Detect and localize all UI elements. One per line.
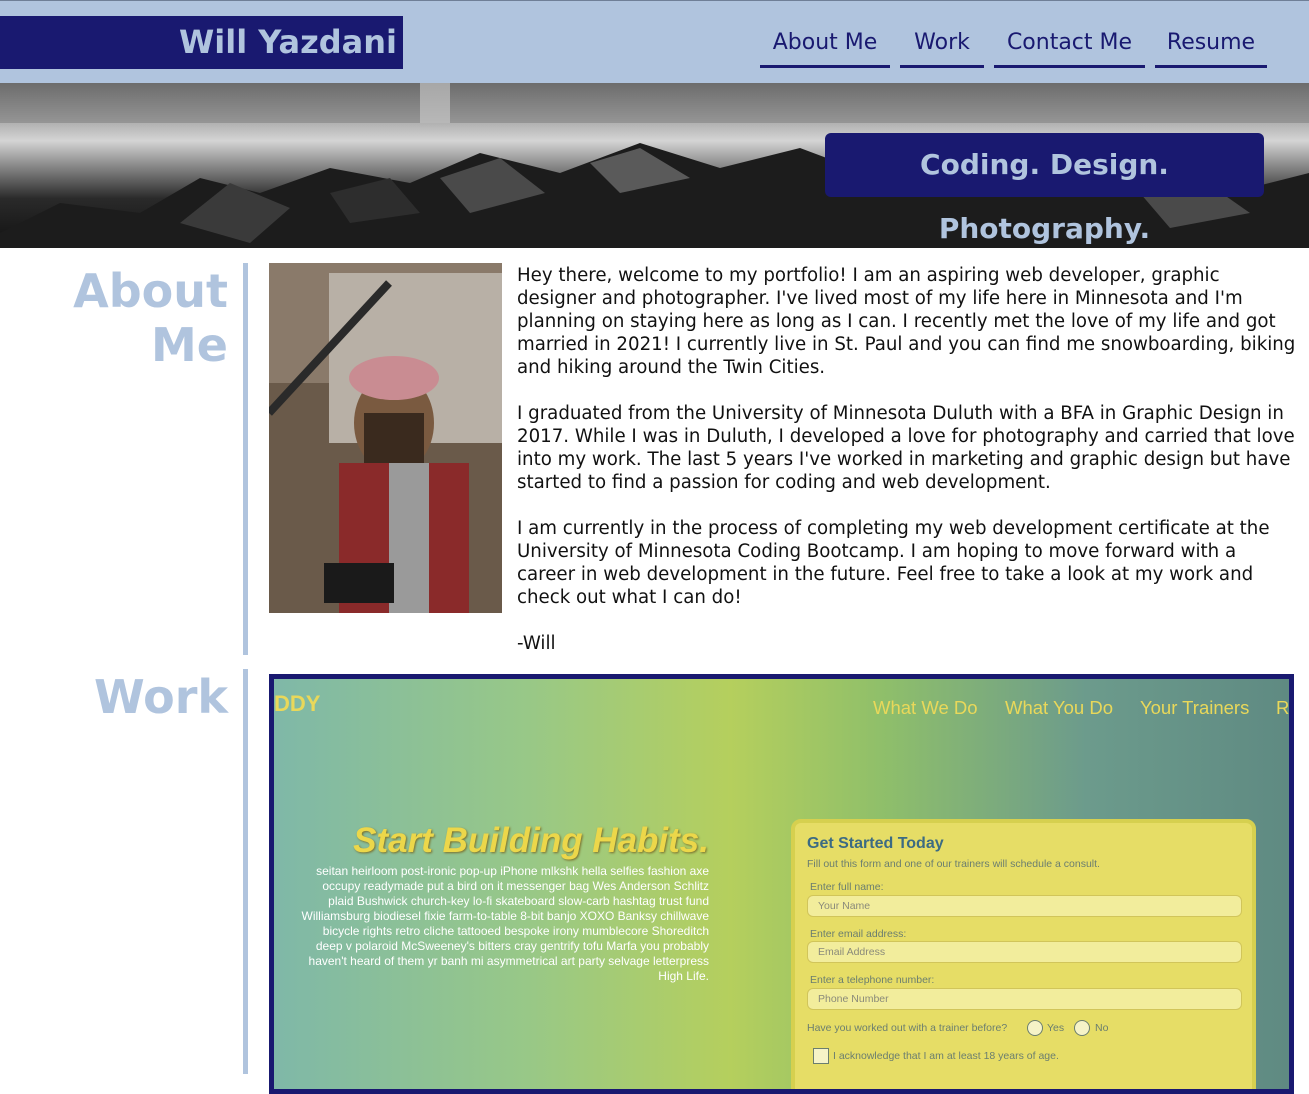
work-divider [243, 669, 248, 1074]
preview-body-text: seitan heirloom post-ironic pop-up iPhon… [301, 864, 710, 983]
site-header: Will Yazdani About Me Work Contact Me Re… [0, 1, 1309, 83]
hero-banner: Coding. Design. Photography. [0, 83, 1309, 248]
preview-radio-yes-label: Yes [1047, 1022, 1065, 1034]
about-divider [243, 263, 248, 655]
about-text: Hey there, welcome to my portfolio! I am… [517, 264, 1297, 678]
about-signature: -Will [517, 633, 556, 654]
work-preview-card[interactable]: DDY What We Do What You Do Your Trainers… [269, 674, 1294, 1094]
preview-nav-what-you-do: What You Do [1005, 697, 1113, 718]
preview-nav-what-we-do: What We Do [873, 697, 978, 718]
preview-email-field: Email Address [807, 941, 1242, 963]
preview-form-subtitle: Fill out this form and one of our traine… [807, 858, 1100, 870]
preview-radio-yes [1027, 1020, 1043, 1036]
preview-age-checkbox [813, 1048, 829, 1064]
preview-phone-label: Enter a telephone number: [810, 974, 935, 986]
hero-tagline: Coding. Design. Photography. [825, 133, 1264, 245]
about-paragraph-1: Hey there, welcome to my portfolio! I am… [517, 265, 1296, 378]
preview-signup-form: Get Started Today Fill out this form and… [791, 819, 1256, 1089]
portrait-photo [269, 263, 502, 613]
about-paragraph-2: I graduated from the University of Minne… [517, 403, 1295, 493]
preview-headline: Start Building Habits. [353, 821, 709, 860]
preview-phone-field: Phone Number [807, 988, 1242, 1010]
site-brand[interactable]: Will Yazdani [0, 16, 403, 69]
preview-radio-no-label: No [1095, 1022, 1109, 1034]
preview-email-label: Enter email address: [810, 928, 907, 940]
work-title: Work [94, 670, 228, 724]
preview-age-label: I acknowledge that I am at least 18 year… [833, 1050, 1059, 1062]
nav-work[interactable]: Work [900, 28, 984, 68]
about-title: About Me [73, 264, 228, 372]
preview-form-title: Get Started Today [807, 835, 944, 852]
about-paragraph-3: I am currently in the process of complet… [517, 518, 1270, 608]
preview-brand: DDY [274, 691, 321, 716]
nav-about-me[interactable]: About Me [760, 28, 890, 68]
preview-nav-cut-off: R [1276, 697, 1290, 718]
nav-resume[interactable]: Resume [1155, 28, 1267, 68]
preview-name-field: Your Name [807, 895, 1242, 917]
preview-radio-no [1074, 1020, 1090, 1036]
preview-nav-your-trainers: Your Trainers [1140, 697, 1250, 718]
nav-contact-me[interactable]: Contact Me [994, 28, 1145, 68]
preview-trainer-question: Have you worked out with a trainer befor… [807, 1022, 1008, 1034]
preview-name-label: Enter full name: [810, 881, 884, 893]
